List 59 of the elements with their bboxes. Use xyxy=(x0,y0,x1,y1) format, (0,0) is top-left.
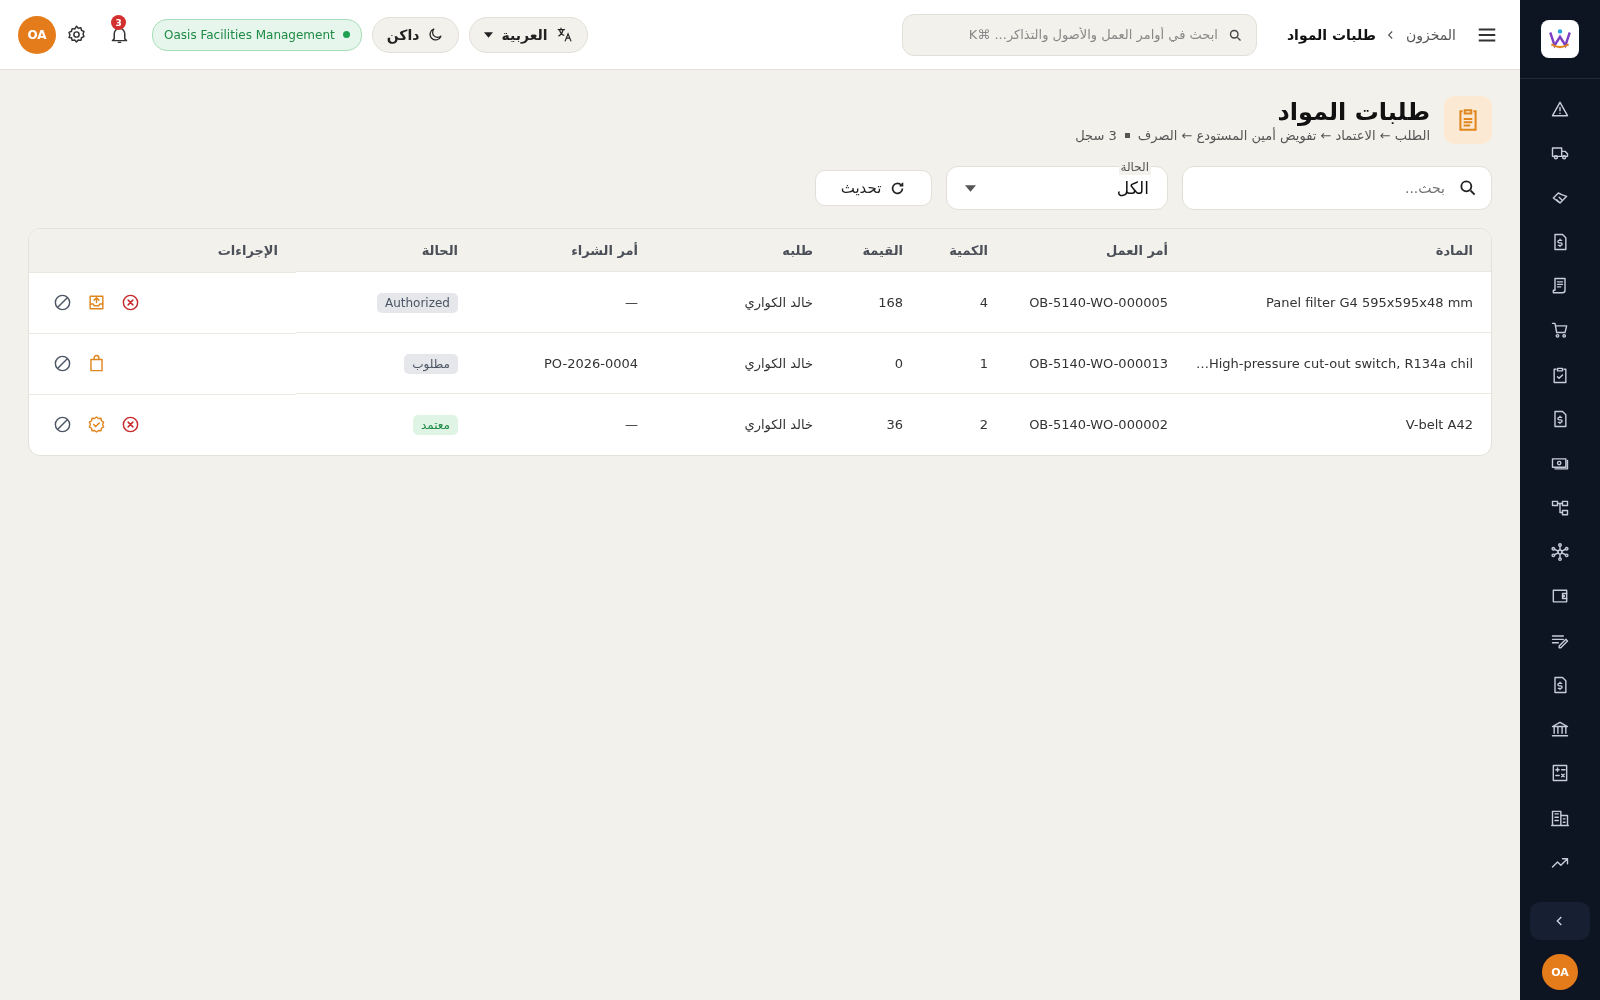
moon-icon xyxy=(427,26,445,43)
table-cell: — xyxy=(625,416,638,432)
language-button[interactable]: العربية xyxy=(469,16,588,53)
column-header: القيمة xyxy=(862,242,903,258)
table-cell: 1 xyxy=(979,355,988,371)
table-cell: خالد الكواري xyxy=(744,294,813,310)
column-header: أمر العمل xyxy=(1105,242,1168,258)
table-cell: V-belt A42 xyxy=(1405,416,1473,432)
organization-badge[interactable]: Oasis Facilities Management xyxy=(152,18,362,51)
shopping-bag-icon[interactable] xyxy=(87,354,106,373)
breadcrumb-item[interactable]: المخزون xyxy=(1405,26,1456,43)
cancel-icon[interactable] xyxy=(121,293,140,312)
cart-icon[interactable] xyxy=(1550,320,1570,341)
table-cell: 0 xyxy=(894,355,903,371)
app-logo[interactable] xyxy=(1541,20,1579,58)
status-chip: مطلوب xyxy=(404,353,458,374)
column-header: المادة xyxy=(1435,242,1473,258)
notification-count: 3 xyxy=(111,15,126,30)
cancel-icon[interactable] xyxy=(121,415,140,434)
theme-button[interactable]: داكن xyxy=(371,16,460,53)
tray-upload-icon[interactable] xyxy=(87,293,106,312)
table-cell: Panel filter G4 595x595x48 mm xyxy=(1265,294,1473,310)
column-header: أمر الشراء xyxy=(571,242,638,258)
caret-icon xyxy=(484,31,494,38)
column-header: طلبه xyxy=(782,242,813,258)
column-header: الحالة xyxy=(421,242,458,258)
calculator-icon[interactable] xyxy=(1550,763,1570,784)
table-cell: خالد الكواري xyxy=(744,416,813,432)
verified-badge-icon[interactable] xyxy=(87,415,106,434)
translate-icon xyxy=(555,26,573,43)
table-cell: PO-2026-0004 xyxy=(544,355,638,371)
status-chip: Authorized xyxy=(376,292,458,313)
status-chip: معتمد xyxy=(412,414,458,435)
table-cell: OB-5140-WO-000005 xyxy=(1029,294,1168,310)
settings-icon[interactable] xyxy=(66,24,87,45)
network-icon[interactable] xyxy=(1550,541,1570,562)
refresh-button[interactable]: تحديث xyxy=(815,170,932,206)
table-cell: — xyxy=(625,294,638,310)
search-field[interactable]: بحث... xyxy=(1182,166,1492,210)
table-cell: High-pressure cut-out switch, R134a chil… xyxy=(1196,355,1473,371)
clipboard-list-icon xyxy=(1444,96,1492,144)
table-cell: OB-5140-WO-000002 xyxy=(1029,416,1168,432)
table-cell: 36 xyxy=(886,416,903,432)
block-icon[interactable] xyxy=(53,293,72,312)
block-icon[interactable] xyxy=(53,415,72,434)
record-count: 3 سجل xyxy=(1075,127,1117,143)
table-cell: 168 xyxy=(878,294,903,310)
breadcrumb-item: طلبات المواد xyxy=(1286,26,1376,43)
table-cell: 2 xyxy=(979,416,988,432)
block-icon[interactable] xyxy=(53,354,72,373)
caret-icon xyxy=(965,184,976,192)
column-header: الكمية xyxy=(949,242,988,258)
table-cell: خالد الكواري xyxy=(744,355,813,371)
workflow-text: الطلب ← الاعتماد ← تفويض أمين المستودع ← الصرف xyxy=(1137,127,1430,143)
page-title: طلبات المواد xyxy=(1276,97,1430,126)
table-cell: OB-5140-WO-000013 xyxy=(1029,355,1168,371)
table-cell: 4 xyxy=(979,294,988,310)
warning-icon[interactable] xyxy=(1550,99,1570,119)
column-header: الإجراءات xyxy=(217,242,278,258)
